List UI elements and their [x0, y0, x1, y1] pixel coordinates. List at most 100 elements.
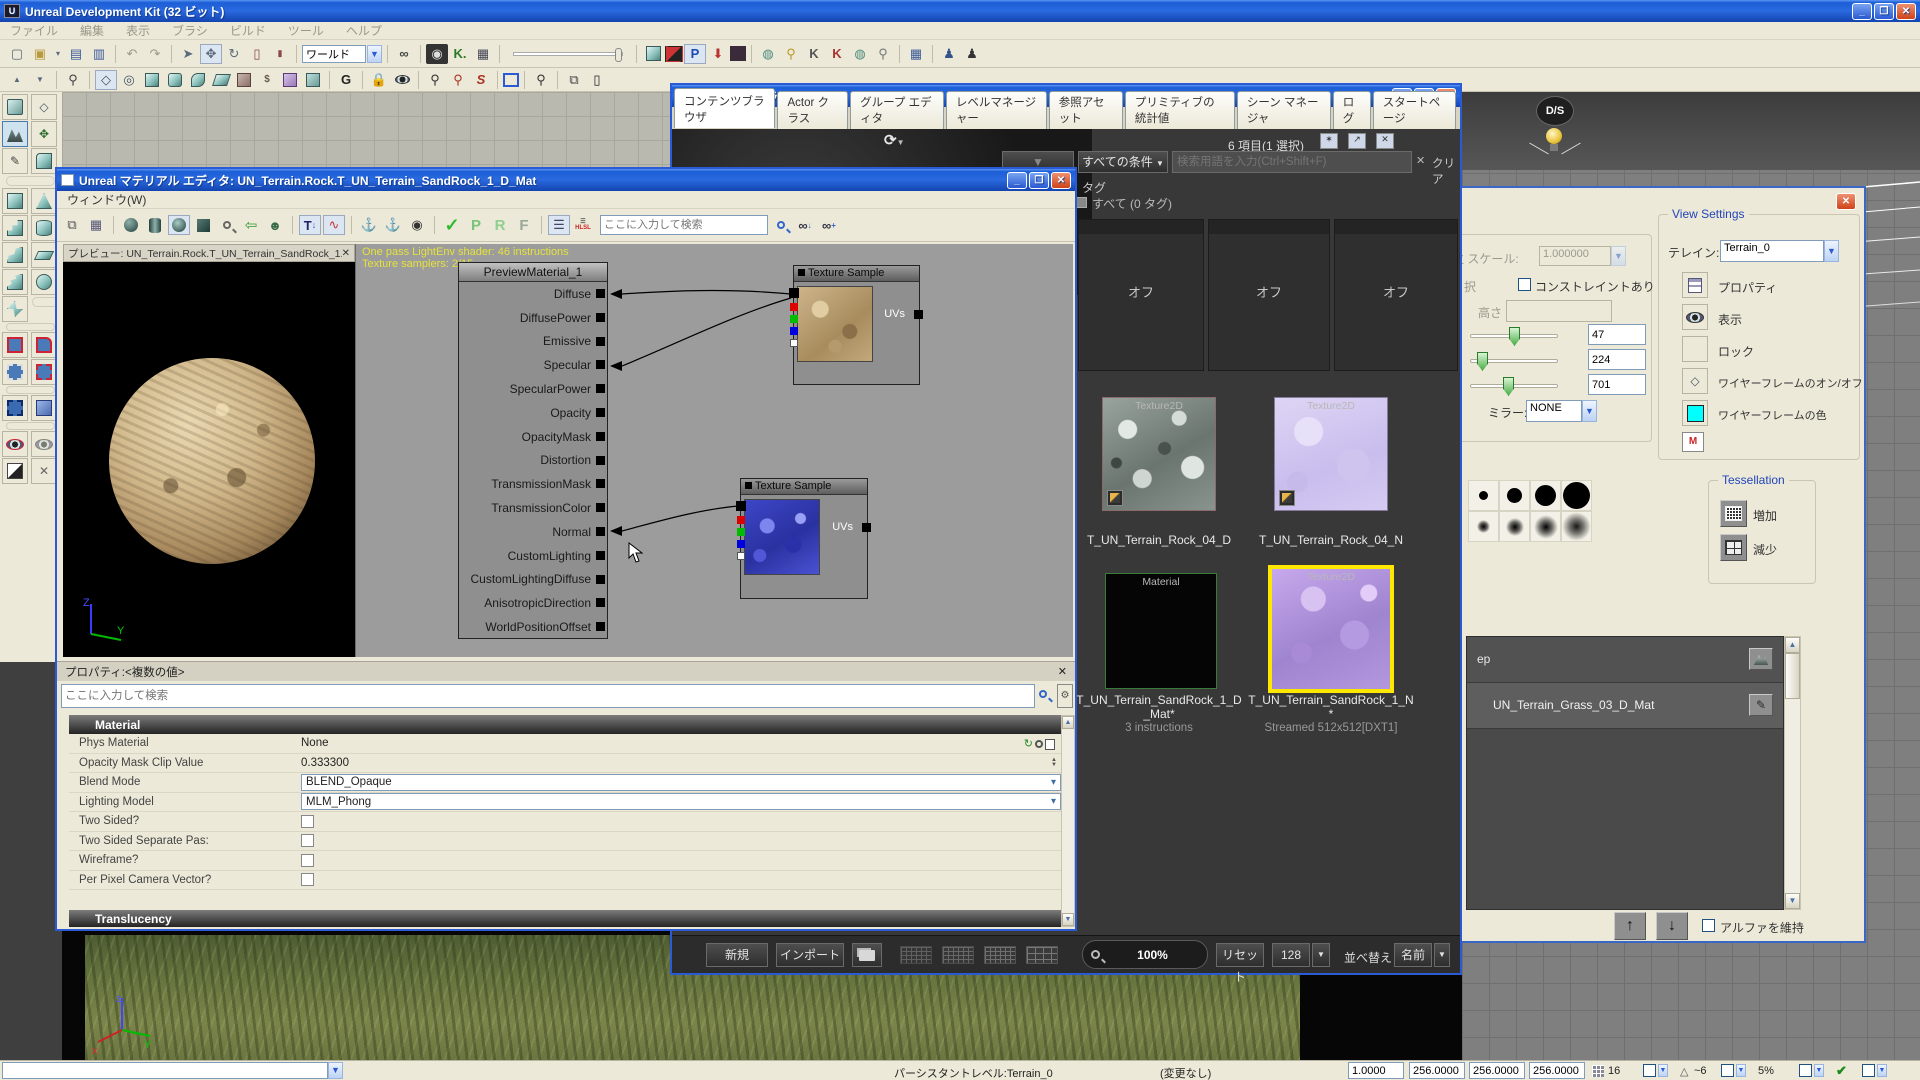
- pin-specularpower[interactable]: [596, 384, 605, 393]
- terrain-lock-button[interactable]: [1682, 336, 1708, 362]
- ts-a-pin[interactable]: [790, 339, 798, 347]
- prop-row-blend-mode[interactable]: Blend Mode BLEND_Opaque▾: [69, 773, 1061, 793]
- pin-distortion[interactable]: [596, 456, 605, 465]
- strength-value-field[interactable]: [1588, 324, 1646, 345]
- cb-view-thumbs-icon[interactable]: [984, 946, 1016, 964]
- per-pixel-camera-checkbox[interactable]: [301, 873, 314, 886]
- fullscreen-icon[interactable]: [503, 73, 519, 87]
- cb-search-input[interactable]: [1172, 151, 1412, 173]
- mirror-select[interactable]: NONE: [1526, 400, 1582, 422]
- layer-move-down-button[interactable]: ↓: [1656, 912, 1688, 940]
- unit-scale-arrow-icon[interactable]: ▼: [1611, 246, 1626, 266]
- tab-log[interactable]: ログ: [1333, 91, 1371, 129]
- cb-filter-column-1[interactable]: オフ: [1078, 219, 1204, 371]
- prop-row-phys-material[interactable]: Phys Material None ↻: [69, 734, 1061, 754]
- add-volume-button[interactable]: [31, 395, 57, 421]
- use-selected-icon[interactable]: ↻: [1024, 737, 1033, 750]
- group-icon[interactable]: G: [335, 70, 357, 90]
- two-sided-separate-checkbox[interactable]: [301, 834, 314, 847]
- preserve-alpha-checkbox[interactable]: [1702, 919, 1715, 932]
- cb-view-split-icon[interactable]: [942, 946, 974, 964]
- brush-solid-2[interactable]: [1499, 480, 1530, 511]
- me-back-arrow-icon[interactable]: ⇦: [240, 215, 262, 235]
- kismet-icon[interactable]: K.: [449, 44, 471, 64]
- brush-soft-3[interactable]: [1530, 511, 1561, 542]
- cb-search-clear-x-icon[interactable]: ✕: [1416, 154, 1425, 167]
- tessellation-increase-button[interactable]: [1720, 500, 1747, 527]
- me-preview-cylinder-icon[interactable]: [144, 215, 166, 235]
- brush-soft-1[interactable]: [1468, 511, 1499, 542]
- drag-grid-field[interactable]: [1348, 1062, 1404, 1079]
- scrollbar-down-icon[interactable]: ▼: [1785, 893, 1800, 909]
- tab-content-browser[interactable]: コンテンツブラウザ: [674, 88, 775, 128]
- brush-solid-4[interactable]: [1561, 480, 1592, 511]
- rotation-grid-checkbox[interactable]: [1721, 1064, 1734, 1077]
- kismet3-icon[interactable]: K: [826, 44, 848, 64]
- tab-level-manager[interactable]: レベルマネージャー: [946, 91, 1047, 129]
- show-all-button[interactable]: ✕: [31, 458, 57, 484]
- height-field[interactable]: [1506, 300, 1612, 322]
- prop-row-two-sided[interactable]: Two Sided?: [69, 812, 1061, 832]
- minimize-button[interactable]: _: [1852, 3, 1872, 20]
- cb-new-asset-icon[interactable]: ✶: [1320, 133, 1338, 149]
- builder-cube2-icon[interactable]: [164, 70, 186, 90]
- stairs-primitive-button[interactable]: [2, 215, 28, 241]
- builder-sheet-icon[interactable]: [210, 70, 232, 90]
- scale-grid-checkbox[interactable]: [1799, 1064, 1812, 1077]
- brush-clip-button[interactable]: ✎: [2, 148, 28, 174]
- builder-cube-wire-icon[interactable]: ◇: [95, 70, 117, 90]
- grid-size-y-field[interactable]: [1469, 1062, 1525, 1079]
- grid-settings-icon[interactable]: ▦: [905, 44, 927, 64]
- me-show-stats-icon[interactable]: T↓: [299, 215, 321, 235]
- layer-move-up-button[interactable]: ↑: [1614, 912, 1646, 940]
- pin-anisotropicdirection[interactable]: [596, 598, 605, 607]
- pin-specular[interactable]: [596, 360, 605, 369]
- csg-subtract-button[interactable]: [31, 332, 57, 358]
- pin-transmissioncolor[interactable]: [596, 503, 605, 512]
- me-flatten-f-icon[interactable]: F: [513, 215, 535, 235]
- curved-stairs-button[interactable]: [2, 242, 28, 268]
- save-icon[interactable]: ▤: [65, 44, 87, 64]
- play-level-icon[interactable]: P: [684, 44, 706, 64]
- autosave-dropdown-icon[interactable]: ▼: [1877, 1064, 1887, 1077]
- menu-brush[interactable]: ブラシ: [172, 22, 208, 39]
- menu-tools[interactable]: ツール: [288, 22, 324, 39]
- translate-tool-icon[interactable]: ✥: [200, 44, 222, 64]
- maximize-button[interactable]: ❐: [1874, 3, 1894, 20]
- playtest-red-joystick-icon[interactable]: ⚲: [447, 70, 469, 90]
- pin-customlightingdiffuse[interactable]: [596, 575, 605, 584]
- status-combo-arrow-icon[interactable]: ▼: [328, 1062, 343, 1079]
- pin-customlighting[interactable]: [596, 551, 605, 560]
- sheet-primitive-button[interactable]: [31, 242, 57, 268]
- unit-scale-select[interactable]: 1.000000: [1539, 246, 1611, 266]
- prop-row-opacity-clip[interactable]: Opacity Mask Clip Value 0.333300 ▲▼: [69, 754, 1061, 774]
- select-tool-icon[interactable]: ➤: [177, 44, 199, 64]
- grid-size-z-field[interactable]: [1529, 1062, 1585, 1079]
- status-combo[interactable]: [2, 1062, 328, 1079]
- me-close-button[interactable]: ✕: [1051, 172, 1071, 189]
- me-graph-home-icon[interactable]: ⧉: [61, 215, 83, 235]
- main-titlebar[interactable]: U Unreal Development Kit (32 ビット) _ ❐ ✕: [0, 0, 1920, 22]
- csg-intersect-button[interactable]: [2, 359, 28, 385]
- me-reset-r-icon[interactable]: R: [489, 215, 511, 235]
- builder-brown2-icon[interactable]: $: [256, 70, 278, 90]
- builder-cube1-icon[interactable]: [141, 70, 163, 90]
- cb-tag-all-checkbox[interactable]: [1076, 197, 1087, 208]
- camera-mode-button[interactable]: [2, 94, 28, 120]
- terrain-select-arrow-icon[interactable]: ▼: [1824, 240, 1839, 262]
- tab-group-editor[interactable]: グループ エディタ: [850, 91, 944, 129]
- tab-referenced-assets[interactable]: 参照アセット: [1049, 91, 1123, 129]
- layers-scrollbar[interactable]: ▲ ▼: [1784, 636, 1801, 910]
- cb-export-icon[interactable]: ↗: [1348, 133, 1366, 149]
- builder-cube3-icon[interactable]: [187, 70, 209, 90]
- menu-edit[interactable]: 編集: [80, 22, 104, 39]
- geometry-mode-button[interactable]: ◇: [31, 94, 57, 120]
- ts-uvs-pin[interactable]: [914, 310, 923, 319]
- me-preview-close-icon[interactable]: ✕: [342, 248, 350, 259]
- light-actor-icon[interactable]: D/S: [1534, 96, 1578, 166]
- properties-close-icon[interactable]: ✕: [1058, 665, 1067, 678]
- invert-selection-button[interactable]: [2, 458, 28, 484]
- me-grid-toggle-icon[interactable]: ▦: [85, 215, 107, 235]
- rotate-tool-icon[interactable]: ↻: [223, 44, 245, 64]
- publish-icon[interactable]: ⬇: [707, 44, 729, 64]
